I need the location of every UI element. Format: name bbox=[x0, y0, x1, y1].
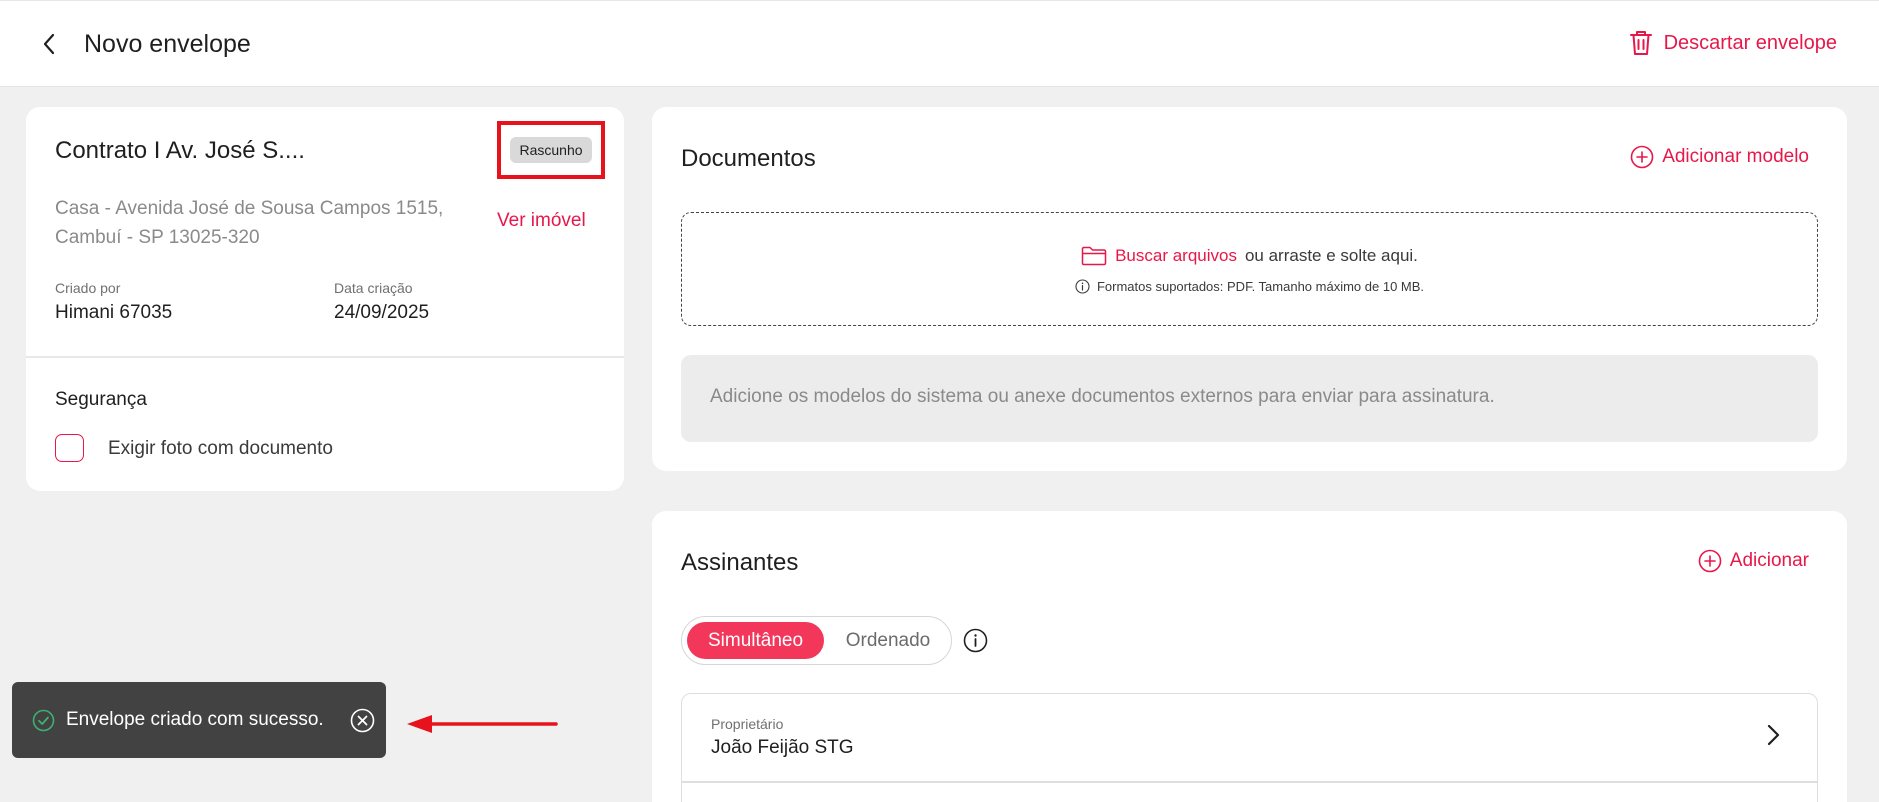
close-circle-icon[interactable] bbox=[350, 708, 375, 733]
address-line-1: Casa - Avenida José de Sousa Campos 1515… bbox=[55, 198, 444, 219]
envelope-info-card: Contrato I Av. José S.... Rascunho Casa … bbox=[26, 107, 624, 491]
signer-row-owner[interactable]: Proprietário João Feijão STG bbox=[681, 693, 1818, 802]
created-by-value: Himani 67035 bbox=[55, 302, 173, 323]
add-signer-label: Adicionar bbox=[1729, 550, 1809, 571]
add-model-button[interactable]: Adicionar modelo bbox=[1630, 145, 1809, 169]
documents-card: Documentos Adicionar modelo Buscar arqui… bbox=[652, 107, 1847, 471]
back-button[interactable] bbox=[36, 31, 62, 57]
property-address: Casa - Avenida José de Sousa Campos 1515… bbox=[55, 194, 475, 252]
dropzone-prompt: Buscar arquivos ou arraste e solte aqui. bbox=[682, 246, 1817, 266]
toast-message: Envelope criado com sucesso. bbox=[66, 709, 324, 730]
security-section-title: Segurança bbox=[55, 389, 147, 410]
folder-icon bbox=[1081, 246, 1107, 266]
supported-formats-text: Formatos suportados: PDF. Tamanho máximo… bbox=[1096, 279, 1425, 294]
success-toast: Envelope criado com sucesso. bbox=[12, 682, 386, 758]
drop-hint-text: ou arraste e solte aqui. bbox=[1244, 246, 1418, 265]
view-property-link[interactable]: Ver imóvel bbox=[497, 210, 586, 232]
chevron-left-icon bbox=[43, 33, 55, 55]
created-date-label: Data criação bbox=[334, 280, 413, 296]
owner-name: João Feijão STG bbox=[711, 737, 854, 758]
created-date-value: 24/09/2025 bbox=[334, 302, 430, 323]
signers-title: Assinantes bbox=[681, 549, 799, 576]
documents-title: Documentos bbox=[681, 145, 816, 172]
signing-mode-toggle: Simultâneo Ordenado bbox=[681, 616, 952, 665]
require-photo-label: Exigir foto com documento bbox=[108, 438, 333, 459]
discard-envelope-label: Descartar envelope bbox=[1663, 31, 1837, 54]
trash-icon bbox=[1629, 31, 1652, 55]
add-model-label: Adicionar modelo bbox=[1662, 146, 1809, 167]
documents-empty-state: Adicione os modelos do sistema ou anexe … bbox=[681, 355, 1818, 442]
chevron-right-icon bbox=[1767, 724, 1780, 746]
supported-formats: Formatos suportados: PDF. Tamanho máximo… bbox=[682, 279, 1817, 294]
created-by-label: Criado por bbox=[55, 280, 121, 296]
plus-circle-icon bbox=[1630, 145, 1654, 169]
top-bar: Novo envelope Descartar envelope bbox=[0, 0, 1879, 87]
info-circle-icon[interactable] bbox=[963, 628, 988, 653]
signers-card: Assinantes Adicionar Simultâneo Ordenado… bbox=[652, 511, 1847, 802]
file-dropzone[interactable]: Buscar arquivos ou arraste e solte aqui.… bbox=[681, 212, 1818, 326]
envelope-title: Contrato I Av. José S.... bbox=[55, 137, 305, 164]
address-line-2: Cambuí - SP 13025-320 bbox=[55, 227, 260, 248]
discard-envelope-button[interactable]: Descartar envelope bbox=[1628, 29, 1837, 57]
signer-row-divider bbox=[682, 781, 1817, 783]
annotation-highlight-box: Rascunho bbox=[497, 121, 605, 179]
owner-role-label: Proprietário bbox=[711, 716, 784, 732]
page-title: Novo envelope bbox=[84, 30, 251, 58]
mode-option-simultaneous[interactable]: Simultâneo bbox=[687, 622, 824, 659]
status-badge: Rascunho bbox=[510, 137, 592, 163]
require-photo-checkbox[interactable] bbox=[55, 434, 84, 462]
documents-empty-message: Adicione os modelos do sistema ou anexe … bbox=[710, 386, 1495, 407]
plus-circle-icon bbox=[1698, 549, 1722, 573]
browse-files-link[interactable]: Buscar arquivos bbox=[1115, 246, 1237, 266]
annotation-arrow bbox=[407, 715, 558, 733]
info-circle-icon bbox=[1075, 279, 1090, 294]
mode-option-ordered[interactable]: Ordenado bbox=[829, 622, 947, 659]
card-divider bbox=[26, 356, 624, 358]
check-circle-icon bbox=[32, 709, 55, 732]
add-signer-button[interactable]: Adicionar bbox=[1698, 549, 1809, 573]
